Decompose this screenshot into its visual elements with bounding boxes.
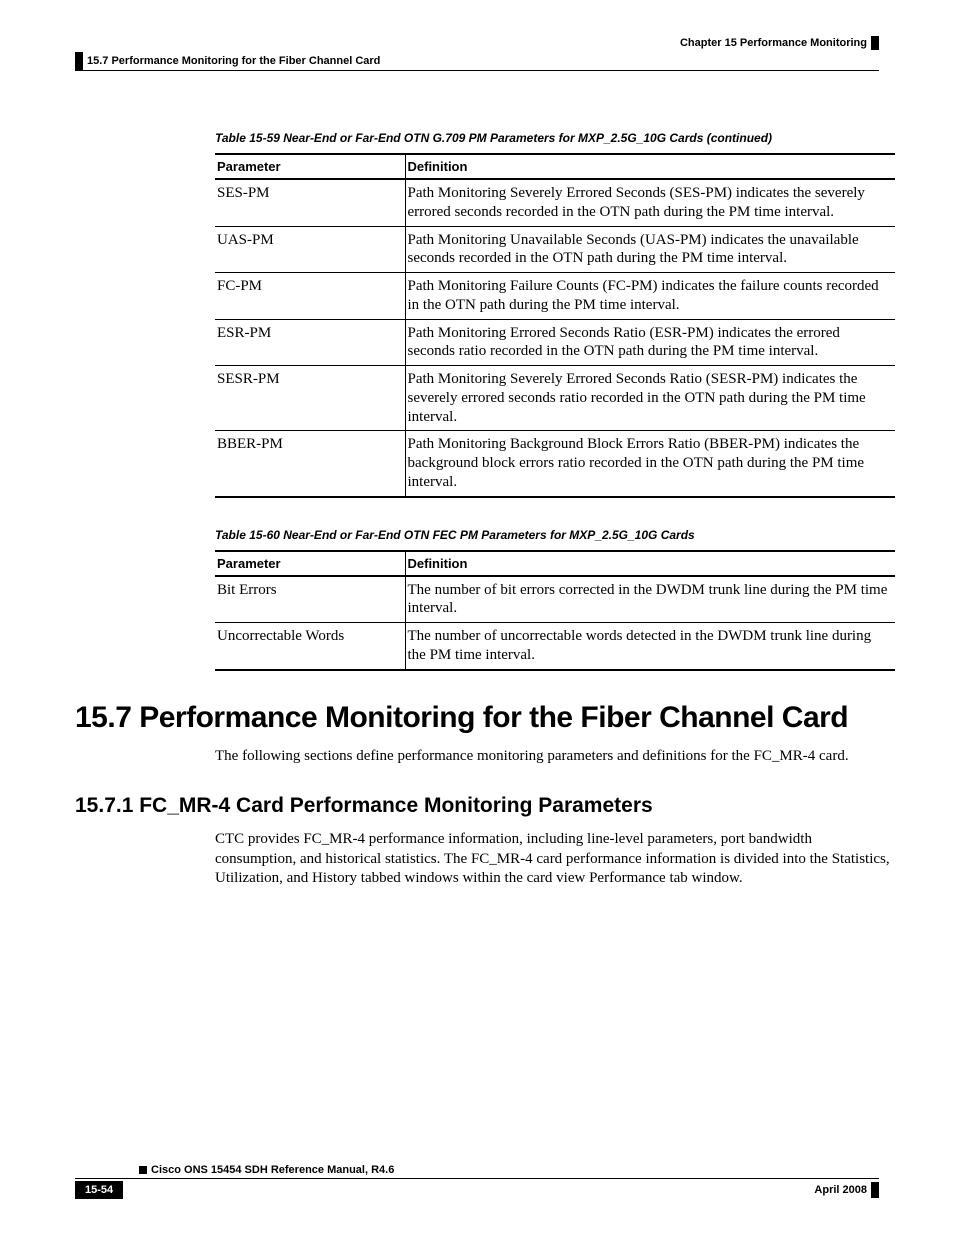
col-definition: Definition (405, 551, 895, 576)
cell-def: Path Monitoring Severely Errored Seconds… (405, 179, 895, 226)
cell-param: Uncorrectable Words (215, 623, 405, 670)
cell-param: FC-PM (215, 273, 405, 320)
cell-def: The number of bit errors corrected in th… (405, 576, 895, 623)
header-section: 15.7 Performance Monitoring for the Fibe… (75, 52, 879, 71)
subsection-body: CTC provides FC_MR-4 performance informa… (215, 830, 895, 889)
table-59-caption: Table 15-59 Near-End or Far-End OTN G.70… (215, 131, 879, 145)
page-number-badge: 15-54 (75, 1181, 123, 1199)
table-header-row: Parameter Definition (215, 551, 895, 576)
square-icon (139, 1166, 147, 1174)
section-heading: 15.7 Performance Monitoring for the Fibe… (75, 701, 879, 735)
footer-manual-title: Cisco ONS 15454 SDH Reference Manual, R4… (75, 1164, 879, 1179)
cell-param: Bit Errors (215, 576, 405, 623)
table-60: Parameter Definition Bit ErrorsThe numbe… (215, 550, 895, 671)
cell-param: BBER-PM (215, 431, 405, 497)
table-row: SESR-PMPath Monitoring Severely Errored … (215, 366, 895, 431)
cell-def: Path Monitoring Severely Errored Seconds… (405, 366, 895, 431)
col-parameter: Parameter (215, 154, 405, 179)
table-row: SES-PMPath Monitoring Severely Errored S… (215, 179, 895, 226)
cell-def: Path Monitoring Failure Counts (FC-PM) i… (405, 273, 895, 320)
table-row: Uncorrectable WordsThe number of uncorre… (215, 623, 895, 670)
page-footer: Cisco ONS 15454 SDH Reference Manual, R4… (75, 1164, 879, 1199)
table-row: ESR-PMPath Monitoring Errored Seconds Ra… (215, 319, 895, 366)
section-intro: The following sections define performanc… (215, 747, 895, 767)
manual-title-text: Cisco ONS 15454 SDH Reference Manual, R4… (151, 1164, 394, 1176)
cell-def: Path Monitoring Background Block Errors … (405, 431, 895, 497)
table-row: Bit ErrorsThe number of bit errors corre… (215, 576, 895, 623)
running-header: Chapter 15 Performance Monitoring 15.7 P… (75, 36, 879, 71)
cell-param: SES-PM (215, 179, 405, 226)
subsection-heading: 15.7.1 FC_MR-4 Card Performance Monitori… (75, 794, 879, 818)
col-parameter: Parameter (215, 551, 405, 576)
table-header-row: Parameter Definition (215, 154, 895, 179)
cell-def: Path Monitoring Unavailable Seconds (UAS… (405, 226, 895, 273)
cell-param: SESR-PM (215, 366, 405, 431)
table-59: Parameter Definition SES-PMPath Monitori… (215, 153, 895, 498)
cell-def: Path Monitoring Errored Seconds Ratio (E… (405, 319, 895, 366)
header-chapter: Chapter 15 Performance Monitoring (75, 36, 879, 50)
cell-param: ESR-PM (215, 319, 405, 366)
footer-date: April 2008 (814, 1182, 879, 1198)
cell-param: UAS-PM (215, 226, 405, 273)
page-content: Table 15-59 Near-End or Far-End OTN G.70… (75, 131, 879, 889)
table-60-caption: Table 15-60 Near-End or Far-End OTN FEC … (215, 528, 879, 542)
table-row: BBER-PMPath Monitoring Background Block … (215, 431, 895, 497)
cell-def: The number of uncorrectable words detect… (405, 623, 895, 670)
table-row: UAS-PMPath Monitoring Unavailable Second… (215, 226, 895, 273)
table-row: FC-PMPath Monitoring Failure Counts (FC-… (215, 273, 895, 320)
col-definition: Definition (405, 154, 895, 179)
